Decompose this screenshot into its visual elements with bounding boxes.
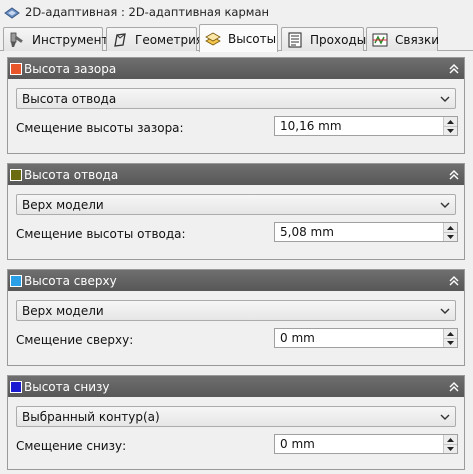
section-clearance-height: Высота зазора Высота отвода Смещение выс… xyxy=(7,57,465,154)
spinner-buttons xyxy=(443,435,457,453)
offset-value: 0 mm xyxy=(280,437,315,451)
adaptive-pocket-icon xyxy=(4,7,20,19)
spin-down-icon[interactable] xyxy=(444,338,457,347)
spinner-buttons xyxy=(443,117,457,135)
tab-geometry-label: Геометрия xyxy=(135,32,204,47)
offset-label: Смещение сверху: xyxy=(16,333,134,347)
dropdown-value: Верх модели xyxy=(22,303,104,318)
offset-value: 10,16 mm xyxy=(280,119,342,133)
tab-links-label: Связки xyxy=(395,32,440,47)
section-title: Высота зазора xyxy=(24,61,117,76)
heights-icon xyxy=(205,32,221,45)
spin-up-icon[interactable] xyxy=(444,117,457,126)
tab-heights[interactable]: Высоты xyxy=(199,24,278,52)
offset-value: 5,08 mm xyxy=(280,225,334,239)
tab-tool-label: Инструмент xyxy=(32,32,109,47)
chevron-down-icon xyxy=(440,96,450,102)
offset-label: Смещение высоты отвода: xyxy=(16,227,186,241)
dropdown-value: Высота отвода xyxy=(22,91,117,106)
section-retract-height: Высота отвода Верх модели Смещение высот… xyxy=(7,163,465,260)
section-bottom-height: Высота снизу Выбранный контур(а) Смещени… xyxy=(7,375,465,470)
spin-up-icon[interactable] xyxy=(444,223,457,232)
tab-geometry[interactable]: Геометрия xyxy=(106,27,203,51)
color-swatch xyxy=(10,274,22,287)
collapse-icon[interactable] xyxy=(444,376,464,397)
tab-tool[interactable]: Инструмент xyxy=(3,27,108,51)
offset-value: 0 mm xyxy=(280,331,315,345)
section-header[interactable]: Высота снизу xyxy=(8,376,464,397)
section-title: Высота снизу xyxy=(24,379,110,394)
section-title: Высота отвода xyxy=(24,167,119,182)
section-top-height: Высота сверху Верх модели Смещение сверх… xyxy=(7,269,465,366)
section-title: Высота сверху xyxy=(24,273,117,288)
tool-icon xyxy=(10,32,23,47)
chevron-down-icon xyxy=(440,308,450,314)
spinner-buttons xyxy=(443,223,457,241)
spinner-buttons xyxy=(443,329,457,347)
collapse-icon[interactable] xyxy=(444,58,464,79)
tab-passes-label: Проходы xyxy=(310,32,367,47)
offset-input[interactable]: 10,16 mm xyxy=(274,116,458,136)
section-header[interactable]: Высота отвода xyxy=(8,164,464,185)
from-dropdown[interactable]: Выбранный контур(а) xyxy=(16,406,456,427)
tab-links[interactable]: Связки xyxy=(366,27,440,51)
spin-down-icon[interactable] xyxy=(444,126,457,135)
dropdown-value: Верх модели xyxy=(22,197,104,212)
color-swatch xyxy=(10,168,22,181)
offset-label: Смещение снизу: xyxy=(16,439,127,453)
offset-input[interactable]: 5,08 mm xyxy=(274,222,458,242)
collapse-icon[interactable] xyxy=(444,270,464,291)
section-header[interactable]: Высота сверху xyxy=(8,270,464,291)
spin-down-icon[interactable] xyxy=(444,444,457,453)
offset-label: Смещение высоты зазора: xyxy=(16,121,184,135)
from-dropdown[interactable]: Высота отвода xyxy=(16,88,456,109)
spin-up-icon[interactable] xyxy=(444,435,457,444)
spin-down-icon[interactable] xyxy=(444,232,457,241)
offset-input[interactable]: 0 mm xyxy=(274,434,458,454)
passes-icon xyxy=(288,31,302,48)
window-titlebar: 2D-адаптивная : 2D-адаптивная карман xyxy=(0,0,473,24)
color-swatch xyxy=(10,62,22,75)
window-title: 2D-адаптивная : 2D-адаптивная карман xyxy=(25,5,270,19)
chevron-down-icon xyxy=(440,202,450,208)
chevron-down-icon xyxy=(440,414,450,420)
geometry-icon xyxy=(114,32,126,47)
from-dropdown[interactable]: Верх модели xyxy=(16,300,456,321)
color-swatch xyxy=(10,380,22,393)
dropdown-value: Выбранный контур(а) xyxy=(22,409,160,424)
tab-heights-label: Высоты xyxy=(228,31,277,46)
tab-passes[interactable]: Проходы xyxy=(281,27,367,51)
spin-up-icon[interactable] xyxy=(444,329,457,338)
collapse-icon[interactable] xyxy=(444,164,464,185)
links-icon xyxy=(372,33,388,46)
tab-bar: Инструмент Геометрия Высоты Проходы Связ… xyxy=(0,24,473,52)
offset-input[interactable]: 0 mm xyxy=(274,328,458,348)
section-header[interactable]: Высота зазора xyxy=(8,58,464,79)
from-dropdown[interactable]: Верх модели xyxy=(16,194,456,215)
